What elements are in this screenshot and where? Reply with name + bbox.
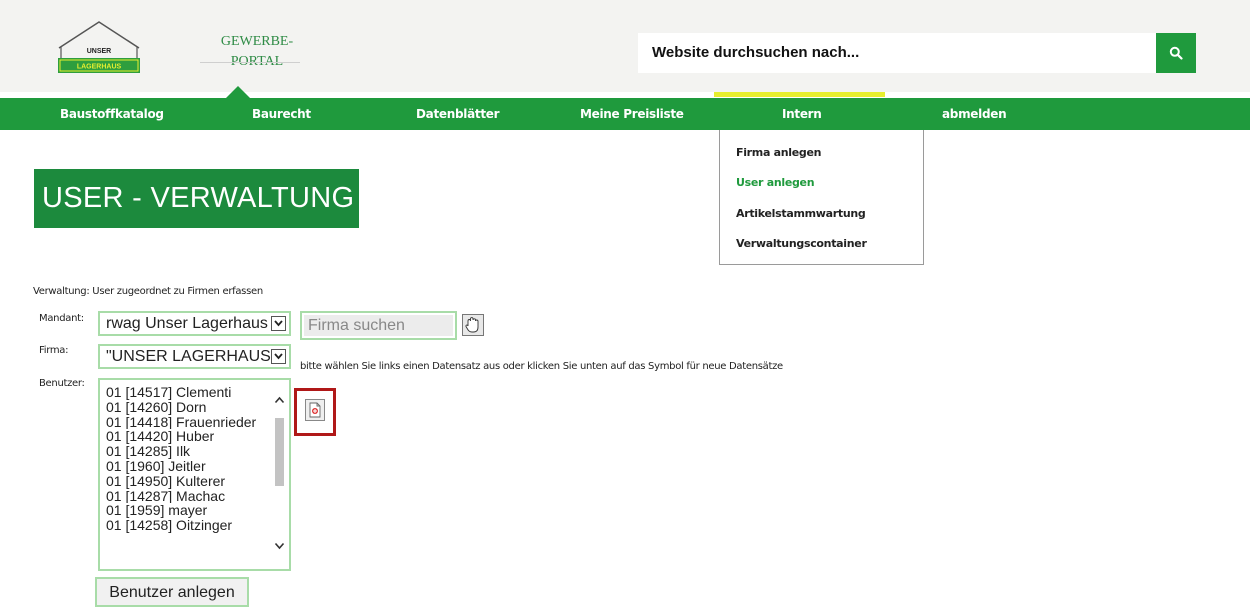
search-button[interactable] xyxy=(1156,33,1196,73)
firma-search-placeholder: Firma suchen xyxy=(304,315,453,336)
chevron-down-icon xyxy=(271,316,286,331)
list-item[interactable]: 01 [14260] Dorn xyxy=(106,400,276,415)
new-document-icon xyxy=(305,399,325,421)
menu-item-user-anlegen[interactable]: User anlegen xyxy=(736,176,815,189)
search-input[interactable]: Website durchsuchen nach... xyxy=(638,33,1156,73)
search-icon xyxy=(1169,46,1183,60)
benutzer-list: 01 [14517] Clementi 01 [14260] Dorn 01 [… xyxy=(106,385,276,533)
nav-item-baustoffkatalog[interactable]: Baustoffkatalog xyxy=(60,98,164,130)
selection-hint: bitte wählen Sie links einen Datensatz a… xyxy=(300,361,783,372)
divider xyxy=(200,62,300,63)
chevron-up-icon[interactable] xyxy=(274,396,285,404)
new-record-button[interactable] xyxy=(294,388,336,436)
lagerhaus-logo[interactable]: UNSER LAGERHAUS xyxy=(55,20,143,76)
list-item[interactable]: 01 [14950] Kulterer xyxy=(106,474,276,489)
chevron-down-icon[interactable] xyxy=(274,542,285,550)
portal-line-1: GEWERBE- xyxy=(220,34,294,49)
firma-search-button[interactable] xyxy=(462,314,484,336)
nav-item-baurecht[interactable]: Baurecht xyxy=(252,98,311,130)
benutzer-label: Benutzer: xyxy=(39,378,85,389)
header: UNSER LAGERHAUS GEWERBE- PORTAL Website … xyxy=(0,0,1250,92)
firma-label: Firma: xyxy=(39,345,69,356)
nav-item-meine-preisliste[interactable]: Meine Preisliste xyxy=(580,98,684,130)
nav-active-indicator xyxy=(714,92,885,97)
list-item[interactable]: 01 [1959] mayer xyxy=(106,503,276,518)
svg-text:LAGERHAUS: LAGERHAUS xyxy=(77,64,122,71)
nav-item-datenblaetter[interactable]: Datenblätter xyxy=(416,98,500,130)
main-nav: Baustoffkatalog Baurecht Datenblätter Me… xyxy=(0,98,1250,130)
list-item[interactable]: 01 [14285] Ilk xyxy=(106,444,276,459)
list-item[interactable]: 01 [14517] Clementi xyxy=(106,385,276,400)
add-user-button[interactable]: Benutzer anlegen xyxy=(95,577,249,607)
list-item[interactable]: 01 [1960] Jeitler xyxy=(106,459,276,474)
list-item[interactable]: 01 [14258] Oitzinger xyxy=(106,518,276,533)
intern-dropdown-menu: Firma anlegen User anlegen Artikelstammw… xyxy=(719,130,924,265)
menu-item-firma-anlegen[interactable]: Firma anlegen xyxy=(736,146,821,159)
firma-select[interactable]: "UNSER LAGERHAUS xyxy=(98,344,291,369)
scroll-thumb[interactable] xyxy=(275,418,284,486)
nav-pointer-triangle xyxy=(226,86,250,98)
page-title: USER - VERWALTUNG xyxy=(34,169,359,228)
chevron-down-icon xyxy=(271,349,286,364)
mandant-label: Mandant: xyxy=(39,313,84,324)
firma-value: "UNSER LAGERHAUS xyxy=(106,348,271,365)
listbox-scrollbar[interactable] xyxy=(272,382,287,567)
hand-pointer-icon xyxy=(465,317,479,333)
menu-item-artikelstammwartung[interactable]: Artikelstammwartung xyxy=(736,207,866,220)
list-item[interactable]: 01 [14287] Machac xyxy=(106,489,276,504)
benutzer-listbox[interactable]: 01 [14517] Clementi 01 [14260] Dorn 01 [… xyxy=(98,378,291,571)
mandant-select[interactable]: rwag Unser Lagerhaus xyxy=(98,311,291,336)
mandant-value: rwag Unser Lagerhaus xyxy=(106,315,268,332)
list-item[interactable]: 01 [14420] Huber xyxy=(106,429,276,444)
nav-item-abmelden[interactable]: abmelden xyxy=(942,98,1007,130)
svg-text:UNSER: UNSER xyxy=(87,48,112,55)
nav-item-intern[interactable]: Intern xyxy=(782,98,822,130)
page-description: Verwaltung: User zugeordnet zu Firmen er… xyxy=(33,286,263,297)
portal-title[interactable]: GEWERBE- PORTAL xyxy=(212,32,302,72)
menu-item-verwaltungscontainer[interactable]: Verwaltungscontainer xyxy=(736,237,867,250)
firma-search-input[interactable]: Firma suchen xyxy=(300,311,457,340)
list-item[interactable]: 01 [14418] Frauenrieder xyxy=(106,415,276,430)
